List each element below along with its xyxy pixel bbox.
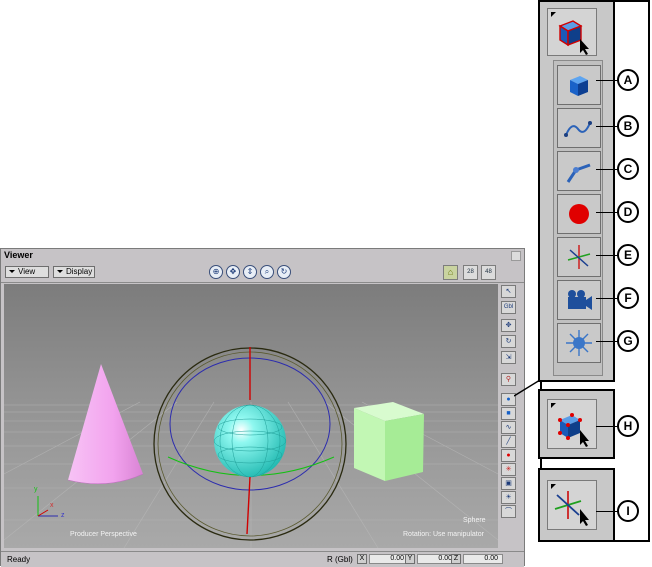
camera-label: Producer Perspective [70,531,137,538]
translate-icon[interactable]: ✥ [501,319,516,332]
cube-icon[interactable]: ■ [501,407,516,420]
z-label: Z [451,554,461,564]
flyout-flag-icon [551,12,556,17]
marker-icon [569,204,589,224]
skeleton-tool-button[interactable] [557,151,601,191]
callout-line-e [596,255,618,256]
z-field[interactable]: 0.00 [463,554,503,564]
cube-object [354,402,424,481]
pan-icon[interactable]: ⊕ [209,265,223,279]
x-field[interactable]: 0.00 [369,554,409,564]
frame-icon[interactable]: 28 [463,265,478,280]
viewer-titlebar: Viewer [1,249,524,262]
marker-tool-button[interactable] [557,194,601,234]
scale-icon[interactable]: ⇲ [501,351,516,364]
select-arrow-icon[interactable]: ↖ [501,285,516,298]
3d-viewport[interactable]: x y z Producer Perspective Sphere Rotati… [4,284,498,548]
cube-tool-button[interactable] [557,65,601,105]
chevron-down-icon [57,270,63,274]
grid-icon[interactable]: 48 [481,265,496,280]
cube-icon [570,76,588,96]
chevron-down-icon [9,270,15,274]
display-menu-button[interactable]: Display [53,266,95,278]
light-icon[interactable]: ☀ [501,491,516,504]
skeleton-icon [566,163,591,183]
marker-icon[interactable]: ● [501,449,516,462]
null-icon [567,245,591,269]
view-menu-button[interactable]: View [5,266,49,278]
callout-a: A [617,69,639,91]
status-text: Ready [7,555,31,564]
flyout-flag-icon [551,484,556,489]
viewer-toolbar: View Display ⊕ ✥ ⇕ ⌕ ↻ ⌂ 28 48 [1,262,524,283]
light-icon [566,330,592,356]
callout-line-c [596,169,618,170]
callout-line-b [596,126,618,127]
callout-line-d [596,212,618,213]
viewer-window: Viewer View Display ⊕ ✥ ⇕ ⌕ ↻ ⌂ 28 48 x … [0,248,525,567]
display-menu-label: Display [66,267,93,276]
x-label: X [357,554,367,564]
viewer-title: Viewer [4,250,33,260]
callout-f: F [617,287,639,309]
axis-z-label: z [61,512,65,519]
curve-icon [564,121,592,137]
primitive-select-box [538,389,615,459]
callout-i: I [617,500,639,522]
null-tool-button[interactable] [557,237,601,277]
sphere-object [213,404,287,478]
callout-line-h [596,426,618,427]
callout-h: H [617,415,639,437]
curve-icon[interactable]: ∿ [501,421,516,434]
light-tool-button[interactable] [557,323,601,363]
callout-line-a [596,80,618,81]
status-bar: Ready R (Gbl) X 0.00 Y 0.00 Z 0.00 [1,551,524,567]
viewport-scene [4,347,498,548]
track-icon[interactable]: ✥ [226,265,240,279]
selection-label: Sphere [463,517,486,524]
global-local-icon[interactable]: Gbl [501,301,516,314]
create-flyout [538,0,615,382]
callout-d: D [617,201,639,223]
callout-e: E [617,244,639,266]
rotation-hint: Rotation: Use manipulator [403,531,484,538]
axis-x-label: x [50,502,54,509]
path-icon[interactable]: ⌒ [501,505,516,518]
callout-line-f [596,298,618,299]
rotate-icon[interactable]: ↻ [501,335,516,348]
viewer-mini-toolbar: ↖ Gbl ✥ ↻ ⇲ ⚲ ● ■ ∿ ╱ ● ✳ ▣ ☀ ⌒ [501,285,517,519]
dolly-icon[interactable]: ⇕ [243,265,257,279]
y-label: Y [405,554,415,564]
callout-line-g [596,341,618,342]
callout-b: B [617,115,639,137]
callout-line-i [596,511,618,512]
camera-icon[interactable]: ▣ [501,477,516,490]
cone-object [67,364,144,485]
skeleton-icon[interactable]: ╱ [501,435,516,448]
camera-tool-button[interactable] [557,280,601,320]
curve-tool-button[interactable] [557,108,601,148]
flyout-flag-icon [551,403,556,408]
axis-y-label: y [34,486,38,493]
callout-c: C [617,158,639,180]
snap-icon[interactable]: ⌂ [443,265,458,280]
primitive-select-button[interactable] [547,399,597,449]
coord-mode-label: R (Gbl) [327,555,353,564]
null-select-button[interactable] [547,480,597,530]
view-menu-label: View [18,267,36,276]
orbit-icon[interactable]: ↻ [277,265,291,279]
create-primitive-button[interactable] [547,8,597,56]
null-select-box [538,468,615,542]
callout-g: G [617,330,639,352]
null-icon[interactable]: ✳ [501,463,516,476]
zoom-icon[interactable]: ⌕ [260,265,274,279]
close-icon[interactable] [511,251,521,261]
camera-icon [568,290,592,310]
